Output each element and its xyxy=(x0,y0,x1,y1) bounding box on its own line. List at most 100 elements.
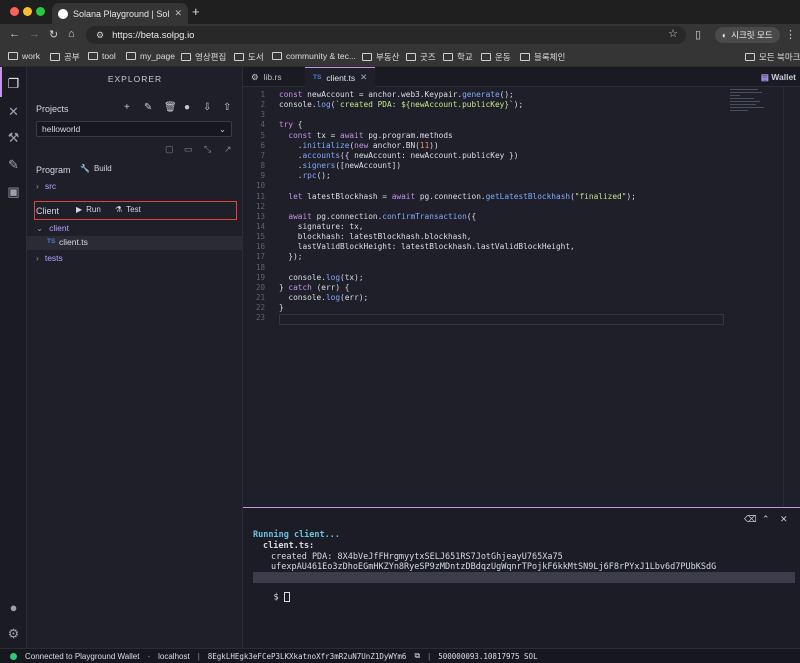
collapse-all-icon[interactable]: ⤡ xyxy=(204,144,211,155)
test-icon[interactable]: ⚒ xyxy=(5,129,22,146)
bookmark-school[interactable]: 학교 xyxy=(443,51,473,63)
folder-icon xyxy=(520,53,530,61)
delete-project-icon[interactable]: 🗑 xyxy=(164,102,177,113)
line-number: 22 xyxy=(255,303,265,313)
close-terminal-icon[interactable]: ✕ xyxy=(780,514,788,525)
folder-icon xyxy=(272,52,282,60)
browser-tab-title: Solana Playground | Solana IDE xyxy=(73,8,170,19)
share-icon[interactable]: ↗ xyxy=(224,144,232,155)
code-line: await pg.connection.confirmTransaction({ xyxy=(288,211,477,221)
new-file-icon[interactable]: ▢ xyxy=(165,144,174,155)
close-window-button[interactable] xyxy=(10,7,19,16)
folder-icon xyxy=(234,53,244,61)
clear-terminal-icon[interactable]: ⌫ xyxy=(744,514,757,525)
site-info-icon[interactable]: ⚙ xyxy=(96,30,104,41)
line-number: 4 xyxy=(260,120,265,130)
programs-icon[interactable]: ▣ xyxy=(5,183,22,200)
export-project-icon[interactable]: ⇧ xyxy=(223,102,231,113)
all-bookmarks[interactable]: 모든 북마크 xyxy=(745,51,800,63)
solana-favicon-icon xyxy=(58,8,68,19)
bookmark-books[interactable]: 도서 xyxy=(234,51,264,63)
new-project-icon[interactable]: + xyxy=(124,102,130,113)
code-line: console.log(`created PDA: ${newAccount.p… xyxy=(279,100,524,110)
editor-scrollbar[interactable] xyxy=(783,87,795,507)
bookmark-community[interactable]: community & tec... xyxy=(272,51,356,61)
github-import-icon[interactable]: ● xyxy=(184,102,190,113)
chevron-down-icon: ⌄ xyxy=(36,223,44,233)
settings-icon[interactable]: ⚙ xyxy=(5,625,22,642)
folder-icon xyxy=(126,52,136,60)
bookmark-exercise[interactable]: 운동 xyxy=(481,51,511,63)
code-editor[interactable]: 1 2 3 4 5 6 7 8 9 10 11 12 13 14 15 16 17 18 19 20 21 22 23 co… xyxy=(243,87,800,507)
build-button[interactable]: 🔧 Build xyxy=(80,164,112,173)
copy-address-icon[interactable]: ⧉ xyxy=(414,651,420,661)
minimize-window-button[interactable] xyxy=(23,7,32,16)
tab-client-ts[interactable]: TS client.ts ✕ xyxy=(305,67,376,87)
terminal-selection-bar xyxy=(253,572,795,583)
build-deploy-icon[interactable]: ✕ xyxy=(5,103,22,120)
folder-icon xyxy=(481,53,491,61)
browser-menu-icon[interactable]: ⋮ xyxy=(785,28,796,41)
maximize-terminal-icon[interactable]: ⌃ xyxy=(762,514,770,525)
close-tab-icon[interactable]: ✕ xyxy=(174,8,182,19)
line-number: 20 xyxy=(255,282,265,292)
folder-icon xyxy=(88,52,98,60)
wallet-icon: ▤ xyxy=(760,72,769,82)
bookmark-real-estate[interactable]: 부동산 xyxy=(362,51,399,63)
explorer-icon[interactable]: ❐ xyxy=(5,75,22,92)
bookmark-blockchain[interactable]: 블록체인 xyxy=(520,51,565,63)
browser-tab[interactable]: Solana Playground | Solana IDE ✕ xyxy=(52,3,188,24)
tab-lib-rs[interactable]: ⚙ lib.rs xyxy=(243,67,290,87)
rename-project-icon[interactable]: ✎ xyxy=(144,102,152,113)
bookmark-study[interactable]: 공부 xyxy=(50,51,80,63)
incognito-badge[interactable]: ◐ 시크릿 모드 xyxy=(715,27,780,43)
tree-folder-client[interactable]: ⌄ client xyxy=(36,223,69,234)
tree-folder-tests[interactable]: › tests xyxy=(36,253,63,263)
line-number: 11 xyxy=(255,191,265,201)
github-icon[interactable]: ● xyxy=(5,599,22,616)
side-panel-icon[interactable]: ▯ xyxy=(695,28,701,41)
line-number: 2 xyxy=(260,100,265,110)
terminal-prompt[interactable]: $ xyxy=(253,582,290,613)
typescript-file-icon: TS xyxy=(313,74,322,81)
activity-bar: ❐ ✕ ⚒ ✎ ▣ ● ⚙ xyxy=(0,67,27,648)
url-field[interactable]: ⚙ https://beta.solpg.io ☆ xyxy=(86,26,686,44)
code-line: try { xyxy=(279,120,303,130)
tree-folder-src[interactable]: › src xyxy=(36,181,56,191)
bookmark-video-editing[interactable]: 영상편집 xyxy=(181,51,226,63)
close-tab-icon[interactable]: ✕ xyxy=(360,72,367,83)
line-number: 13 xyxy=(255,211,265,221)
terminal-panel[interactable]: ⌫ ⌃ ✕ Running client... client.ts: creat… xyxy=(243,507,800,648)
line-number: 8 xyxy=(260,161,265,171)
line-number: 14 xyxy=(255,221,265,231)
new-folder-icon[interactable]: ▭ xyxy=(184,144,193,155)
network-endpoint[interactable]: localhost xyxy=(158,652,190,661)
reload-button[interactable]: ↻ xyxy=(49,28,58,41)
bookmark-goods[interactable]: 굿즈 xyxy=(406,51,436,63)
bookmark-work[interactable]: work xyxy=(8,51,40,61)
wallet-connection-status[interactable]: Connected to Playground Wallet xyxy=(25,652,139,661)
code-line: const tx = await pg.program.methods xyxy=(288,130,453,140)
wallet-address[interactable]: 8EgkLHEgk3eFCeP3LKXkatnoXfr3mR2uN7UnZ1Dy… xyxy=(208,652,407,661)
import-project-icon[interactable]: ⇩ xyxy=(203,102,211,113)
chevron-right-icon: › xyxy=(36,181,39,191)
minimap[interactable] xyxy=(730,89,770,129)
project-select[interactable]: helloworld ⌄ xyxy=(36,121,232,137)
rust-file-icon: ⚙ xyxy=(251,71,259,82)
line-number: 19 xyxy=(255,272,265,282)
separator: | xyxy=(428,651,431,661)
maximize-window-button[interactable] xyxy=(36,7,45,16)
test-button[interactable]: ⚗ Test xyxy=(115,205,141,214)
new-tab-button[interactable]: + xyxy=(192,4,200,19)
line-number: 23 xyxy=(255,313,265,323)
run-button[interactable]: ▶ Run xyxy=(76,205,101,214)
bookmark-my-page[interactable]: my_page xyxy=(126,51,175,61)
tree-file-client-ts[interactable]: TS client.ts xyxy=(27,236,242,250)
forward-button[interactable]: → xyxy=(29,28,40,40)
back-button[interactable]: ← xyxy=(9,28,20,40)
bookmark-tool[interactable]: tool xyxy=(88,51,116,61)
bookmark-star-icon[interactable]: ☆ xyxy=(668,27,678,40)
tutorials-icon[interactable]: ✎ xyxy=(5,156,22,173)
home-button[interactable]: ⌂ xyxy=(68,28,75,40)
wallet-button[interactable]: ▤ Wallet xyxy=(761,72,796,83)
